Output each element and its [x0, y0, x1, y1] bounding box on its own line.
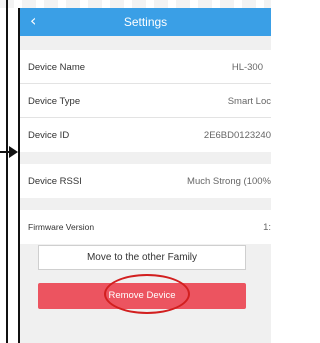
- move-family-button[interactable]: Move to the other Family: [38, 245, 246, 270]
- nav-bar: ‹ Settings: [20, 8, 271, 36]
- device-rssi-value: Much Strong (100%: [187, 176, 271, 187]
- device-id-value: 2E6BD0123240: [203, 130, 271, 141]
- device-type-label: Device Type: [28, 96, 81, 107]
- firmware-group: Firmware Version 1:: [20, 210, 271, 244]
- device-rssi-row: Device RSSI Much Strong (100%: [20, 164, 271, 198]
- device-name-label: Device Name: [28, 62, 86, 73]
- device-type-value: Smart Loc: [227, 96, 271, 107]
- firmware-version-label: Firmware Version: [28, 222, 95, 232]
- device-rssi-label: Device RSSI: [28, 176, 82, 187]
- device-id-label: Device ID: [28, 130, 70, 141]
- rssi-group: Device RSSI Much Strong (100%: [20, 164, 271, 198]
- phone-frame: ‹ Settings Device Name HL-300 Device Typ…: [18, 8, 271, 343]
- page-title: Settings: [123, 15, 168, 29]
- annotation-arrow-icon: [9, 146, 18, 158]
- device-name-value: HL-300: [231, 62, 263, 73]
- settings-screen: ‹ Settings Device Name HL-300 Device Typ…: [20, 8, 271, 343]
- device-id-row: Device ID 2E6BD0123240: [20, 118, 271, 152]
- firmware-version-row[interactable]: Firmware Version 1:: [20, 210, 271, 244]
- background-strip: [0, 0, 271, 8]
- annotation-line: [6, 0, 8, 343]
- section-gap: [20, 198, 271, 210]
- section-gap: [20, 152, 271, 164]
- device-name-row[interactable]: Device Name HL-300: [20, 50, 271, 84]
- device-type-row: Device Type Smart Loc: [20, 84, 271, 118]
- highlight-circle: [104, 274, 190, 314]
- device-info-group: Device Name HL-300 Device Type Smart Loc…: [20, 50, 271, 152]
- firmware-version-value: 1:: [263, 222, 271, 233]
